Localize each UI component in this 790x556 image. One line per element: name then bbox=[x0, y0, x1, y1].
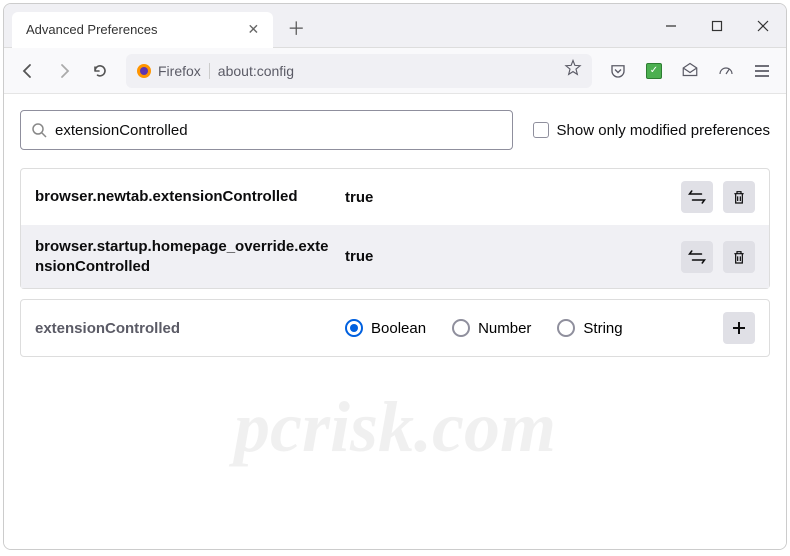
close-icon[interactable]: ✕ bbox=[248, 21, 260, 38]
identity-box[interactable]: Firefox bbox=[136, 63, 210, 79]
search-box[interactable] bbox=[20, 110, 513, 150]
pref-value: true bbox=[345, 248, 671, 265]
identity-label: Firefox bbox=[158, 63, 201, 79]
titlebar: Advanced Preferences ✕ ＋ bbox=[4, 4, 786, 48]
radio-icon bbox=[452, 319, 470, 337]
toggle-button[interactable] bbox=[681, 181, 713, 213]
radio-boolean[interactable]: Boolean bbox=[345, 319, 426, 337]
extension-icon[interactable]: ✓ bbox=[638, 55, 670, 87]
pref-row: browser.newtab.extensionControlled true bbox=[21, 169, 769, 225]
watermark: pcrisk.com bbox=[4, 386, 786, 469]
toolbar: Firefox about:config ✓ bbox=[4, 48, 786, 94]
show-modified-checkbox[interactable] bbox=[533, 122, 549, 138]
tab-title: Advanced Preferences bbox=[26, 22, 158, 37]
mail-icon[interactable] bbox=[674, 55, 706, 87]
pref-name: browser.newtab.extensionControlled bbox=[35, 187, 335, 207]
maximize-button[interactable] bbox=[694, 4, 740, 48]
url-text: about:config bbox=[218, 63, 556, 79]
new-pref-name: extensionControlled bbox=[35, 320, 305, 337]
type-radio-group: Boolean Number String bbox=[315, 319, 713, 337]
delete-button[interactable] bbox=[723, 241, 755, 273]
window-controls bbox=[648, 4, 786, 48]
radio-label: String bbox=[583, 320, 622, 337]
new-tab-button[interactable]: ＋ bbox=[287, 15, 305, 41]
search-input[interactable] bbox=[55, 122, 502, 139]
search-row: Show only modified preferences bbox=[20, 110, 770, 150]
window-close-button[interactable] bbox=[740, 4, 786, 48]
minimize-button[interactable] bbox=[648, 4, 694, 48]
forward-button[interactable] bbox=[48, 55, 80, 87]
radio-string[interactable]: String bbox=[557, 319, 622, 337]
search-icon bbox=[31, 122, 47, 138]
radio-number[interactable]: Number bbox=[452, 319, 531, 337]
reload-button[interactable] bbox=[84, 55, 116, 87]
new-pref-row: extensionControlled Boolean Number Strin… bbox=[20, 299, 770, 357]
delete-button[interactable] bbox=[723, 181, 755, 213]
firefox-logo-icon bbox=[136, 63, 152, 79]
show-modified-row[interactable]: Show only modified preferences bbox=[533, 122, 770, 139]
radio-icon bbox=[557, 319, 575, 337]
menu-button[interactable] bbox=[746, 55, 778, 87]
prefs-list: browser.newtab.extensionControlled true … bbox=[20, 168, 770, 289]
pref-value: true bbox=[345, 189, 671, 206]
tab[interactable]: Advanced Preferences ✕ bbox=[12, 12, 273, 48]
radio-icon bbox=[345, 319, 363, 337]
urlbar[interactable]: Firefox about:config bbox=[126, 54, 592, 88]
add-button[interactable] bbox=[723, 312, 755, 344]
speedometer-icon[interactable] bbox=[710, 55, 742, 87]
pref-name: browser.startup.homepage_override.extens… bbox=[35, 237, 335, 276]
pocket-icon[interactable] bbox=[602, 55, 634, 87]
radio-label: Boolean bbox=[371, 320, 426, 337]
show-modified-label: Show only modified preferences bbox=[557, 122, 770, 139]
content: Show only modified preferences browser.n… bbox=[4, 94, 786, 549]
toggle-button[interactable] bbox=[681, 241, 713, 273]
bookmark-star-icon[interactable] bbox=[564, 59, 582, 82]
radio-label: Number bbox=[478, 320, 531, 337]
back-button[interactable] bbox=[12, 55, 44, 87]
window: Advanced Preferences ✕ ＋ bbox=[3, 3, 787, 550]
pref-row: browser.startup.homepage_override.extens… bbox=[21, 225, 769, 288]
